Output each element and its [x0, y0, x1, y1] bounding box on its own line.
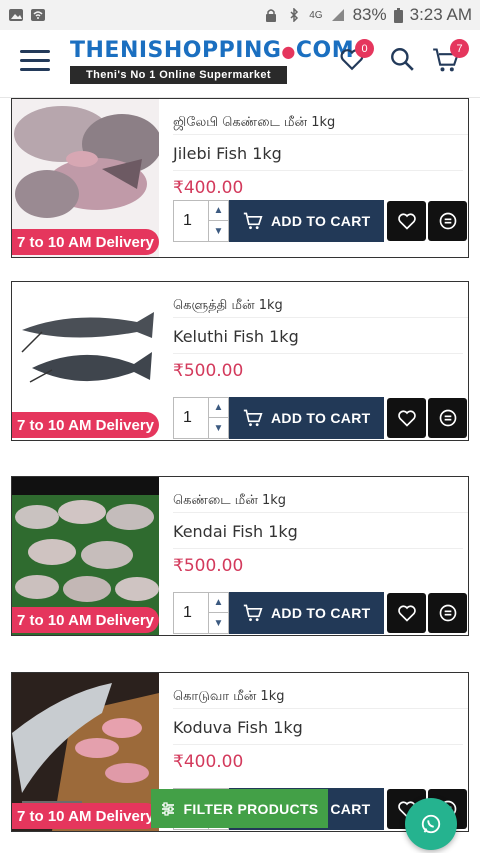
chevron-up-icon[interactable]: ▲: [208, 398, 228, 418]
compare-icon: [439, 409, 456, 427]
delivery-badge: 7 to 10 AM Delivery: [12, 803, 159, 829]
cart-count-badge: 7: [450, 39, 469, 58]
battery-icon: [393, 7, 403, 23]
filter-products-label: FILTER PRODUCTS: [183, 800, 319, 817]
whatsapp-button[interactable]: [405, 798, 457, 850]
signal-icon: [331, 9, 344, 21]
product-price: ₹400.00: [173, 178, 244, 198]
status-bar: 4G 83% 3:23 AM: [0, 0, 480, 30]
clock: 3:23 AM: [409, 5, 472, 24]
product-card[interactable]: 7 to 10 AM Delivery கெண்டை மீன் 1kg Kend…: [11, 476, 469, 636]
network-type: 4G: [309, 9, 323, 21]
quantity-stepper[interactable]: 1 ▲ ▼: [173, 397, 229, 439]
quantity-value[interactable]: 1: [183, 212, 192, 230]
add-to-wishlist-button[interactable]: [387, 201, 426, 241]
status-right-icons: 4G 83% 3:23 AM: [263, 5, 472, 25]
add-to-wishlist-button[interactable]: [387, 593, 426, 633]
add-to-wishlist-button[interactable]: [387, 398, 426, 438]
chevron-up-icon[interactable]: ▲: [208, 593, 228, 613]
compare-icon: [439, 212, 456, 230]
chevron-down-icon[interactable]: ▼: [208, 418, 228, 438]
product-name[interactable]: Jilebi Fish 1kg: [173, 135, 463, 171]
add-to-cart-button[interactable]: ADD TO CART: [229, 397, 384, 439]
search-button[interactable]: [389, 46, 415, 77]
wifi-icon: [31, 9, 45, 21]
site-header: THENISHOPPING●COM Theni's No 1 Online Su…: [0, 30, 480, 98]
quantity-stepper[interactable]: 1 ▲ ▼: [173, 592, 229, 634]
wishlist-button[interactable]: 0: [339, 39, 374, 77]
chevron-up-icon[interactable]: ▲: [208, 201, 228, 221]
compare-button[interactable]: [428, 593, 467, 633]
bluetooth-icon: [290, 8, 299, 22]
quantity-value[interactable]: 1: [183, 604, 192, 622]
cart-button[interactable]: 7: [432, 39, 469, 79]
product-tamil-name: ஜிலேபி கெண்டை மீன் 1kg: [173, 99, 468, 135]
cart-icon: [243, 212, 263, 230]
add-to-cart-label: ADD TO CART: [271, 213, 371, 229]
chevron-down-icon[interactable]: ▼: [208, 221, 228, 241]
heart-icon: [397, 410, 416, 427]
chevron-down-icon[interactable]: ▼: [208, 613, 228, 633]
quantity-value[interactable]: 1: [183, 409, 192, 427]
add-to-cart-label: ADD TO CART: [271, 410, 371, 426]
delivery-badge: 7 to 10 AM Delivery: [12, 412, 159, 438]
search-icon: [391, 48, 414, 71]
product-info: கெண்டை மீன் 1kg Kendai Fish 1kg ₹500.00: [173, 477, 468, 576]
gallery-icon: [9, 9, 23, 21]
product-tamil-name: கொடுவா மீன் 1kg: [173, 673, 468, 709]
product-card[interactable]: 7 to 10 AM Delivery ஜிலேபி கெண்டை மீன் 1…: [11, 98, 469, 258]
filter-products-button[interactable]: FILTER PRODUCTS: [151, 789, 328, 828]
filter-icon: [161, 801, 174, 816]
heart-icon: [397, 605, 416, 622]
compare-button[interactable]: [428, 201, 467, 241]
add-to-cart-button[interactable]: ADD TO CART: [229, 592, 384, 634]
hamburger-icon[interactable]: [20, 50, 50, 72]
product-name[interactable]: Keluthi Fish 1kg: [173, 318, 463, 354]
cart-icon: [243, 409, 263, 427]
product-info: கொடுவா மீன் 1kg Koduva Fish 1kg ₹400.00: [173, 673, 468, 772]
quantity-stepper[interactable]: 1 ▲ ▼: [173, 200, 229, 242]
cart-icon: [243, 604, 263, 622]
lock-icon: [266, 9, 277, 22]
product-info: ஜிலேபி கெண்டை மீன் 1kg Jilebi Fish 1kg ₹…: [173, 99, 468, 198]
product-tamil-name: கெளுத்தி மீன் 1kg: [173, 282, 468, 318]
battery-level: 83%: [352, 5, 387, 24]
heart-icon: [397, 213, 416, 230]
compare-button[interactable]: [428, 398, 467, 438]
product-price: ₹500.00: [173, 361, 244, 381]
product-price: ₹400.00: [173, 752, 244, 772]
logo-text: THENISHOPPING●COM: [70, 38, 355, 63]
product-name[interactable]: Koduva Fish 1kg: [173, 709, 463, 745]
product-info: கெளுத்தி மீன் 1kg Keluthi Fish 1kg ₹500.…: [173, 282, 468, 381]
delivery-badge: 7 to 10 AM Delivery: [12, 607, 159, 633]
site-logo[interactable]: THENISHOPPING●COM Theni's No 1 Online Su…: [70, 38, 355, 92]
product-price: ₹500.00: [173, 556, 244, 576]
product-tamil-name: கெண்டை மீன் 1kg: [173, 477, 468, 513]
status-left-icons: [8, 8, 46, 22]
wishlist-count-badge: 0: [355, 39, 374, 58]
add-to-cart-button[interactable]: ADD TO CART: [229, 200, 384, 242]
logo-tagline: Theni's No 1 Online Supermarket: [70, 66, 287, 84]
whatsapp-icon: [421, 814, 441, 834]
product-card[interactable]: 7 to 10 AM Delivery கெளுத்தி மீன் 1kg Ke…: [11, 281, 469, 441]
compare-icon: [439, 604, 456, 622]
delivery-badge: 7 to 10 AM Delivery: [12, 229, 159, 255]
product-name[interactable]: Kendai Fish 1kg: [173, 513, 463, 549]
add-to-cart-label: ADD TO CART: [271, 605, 371, 621]
